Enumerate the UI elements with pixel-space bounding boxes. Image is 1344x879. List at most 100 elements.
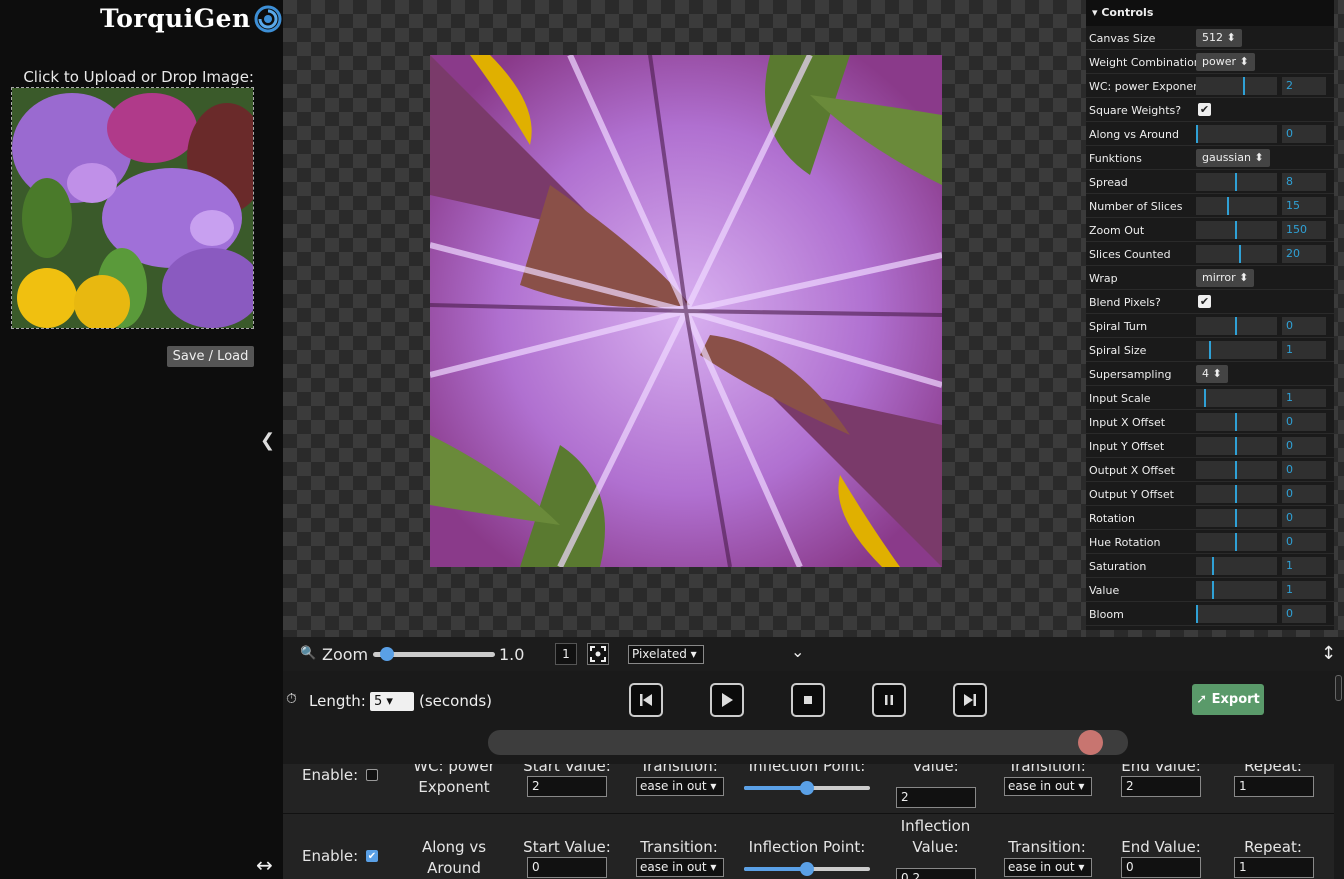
end-value-input[interactable]: 2: [1121, 776, 1201, 797]
control-slider-mark: [1235, 461, 1237, 479]
control-select[interactable]: 512 ⬍: [1196, 29, 1242, 47]
control-select[interactable]: gaussian ⬍: [1196, 149, 1270, 167]
control-number-input[interactable]: 1: [1282, 341, 1326, 359]
page-number-input[interactable]: 1: [555, 643, 577, 665]
control-number-input[interactable]: 0: [1282, 437, 1326, 455]
control-number-input[interactable]: 0: [1282, 485, 1326, 503]
control-select[interactable]: power ⬍: [1196, 53, 1255, 71]
inflection-value-input[interactable]: 2: [896, 787, 976, 808]
repeat-input[interactable]: 1: [1234, 776, 1314, 797]
control-number-input[interactable]: 0: [1282, 413, 1326, 431]
control-slider[interactable]: [1196, 221, 1277, 239]
control-number-input[interactable]: 1: [1282, 557, 1326, 575]
end-value-input[interactable]: 0: [1121, 857, 1201, 878]
control-slider[interactable]: [1196, 509, 1277, 527]
skip-forward-icon: [964, 694, 976, 706]
filter-select[interactable]: Pixelated ▾: [628, 645, 704, 664]
chevron-left-icon[interactable]: ❮: [260, 430, 275, 451]
control-number-input[interactable]: 20: [1282, 245, 1326, 263]
export-button[interactable]: ➚ Export: [1192, 684, 1264, 715]
control-slider[interactable]: [1196, 437, 1277, 455]
control-checkbox[interactable]: ✔: [1198, 295, 1211, 308]
pause-button[interactable]: [872, 683, 906, 717]
transition-select[interactable]: ease in out ▾: [636, 777, 724, 796]
control-slider-mark: [1235, 221, 1237, 239]
start-value-input[interactable]: 0: [527, 857, 607, 878]
skip-forward-button[interactable]: [953, 683, 987, 717]
control-slider[interactable]: [1196, 557, 1277, 575]
inflection-point-thumb[interactable]: [800, 862, 814, 876]
swap-horizontal-icon[interactable]: ↔: [256, 853, 273, 877]
transition2-label: Transition:: [1008, 764, 1086, 775]
control-number-input[interactable]: 0: [1282, 125, 1326, 143]
control-number-input[interactable]: 0: [1282, 317, 1326, 335]
timeline-track[interactable]: [488, 730, 1128, 755]
control-checkbox[interactable]: ✔: [1198, 103, 1211, 116]
control-label: Output X Offset: [1089, 464, 1175, 477]
control-slider[interactable]: [1196, 125, 1277, 143]
control-slider[interactable]: [1196, 581, 1277, 599]
control-select[interactable]: mirror ⬍: [1196, 269, 1255, 287]
fit-to-screen-icon[interactable]: [587, 643, 609, 665]
start-value-input[interactable]: 2: [527, 776, 607, 797]
control-slider[interactable]: [1196, 317, 1277, 335]
save-load-button[interactable]: Save / Load: [167, 346, 254, 367]
control-slider[interactable]: [1196, 389, 1277, 407]
control-label: Saturation: [1089, 560, 1147, 573]
control-slider[interactable]: [1196, 485, 1277, 503]
transition-select[interactable]: ease in out ▾: [636, 858, 724, 877]
transition2-select[interactable]: ease in out ▾: [1004, 858, 1092, 877]
control-row: Wrap mirror ⬍: [1086, 266, 1334, 290]
resize-vertical-icon[interactable]: ↕: [1321, 643, 1336, 664]
select-arrows-icon: ⬍: [1235, 271, 1249, 284]
control-slider[interactable]: [1196, 533, 1277, 551]
source-image-dropzone[interactable]: [11, 87, 254, 329]
control-slider[interactable]: [1196, 341, 1277, 359]
inflection-point-thumb[interactable]: [800, 781, 814, 795]
pause-icon: [885, 695, 893, 705]
zoom-bar: 🔍 Zoom 1.0 1 Pixelated ▾ ⌄ ↕: [283, 637, 1344, 671]
scrollbar-track[interactable]: [1334, 764, 1344, 879]
zoom-slider-thumb[interactable]: [380, 647, 394, 661]
control-slider[interactable]: [1196, 77, 1277, 95]
inflection-value-input[interactable]: 0.2: [896, 868, 976, 879]
output-canvas[interactable]: [430, 55, 942, 567]
keyframe-list: Enable: WC: power Exponent Start Value: 2 Tra…: [283, 764, 1334, 879]
control-slider-mark: [1239, 245, 1241, 263]
control-number-input[interactable]: 1: [1282, 389, 1326, 407]
control-number-input[interactable]: 8: [1282, 173, 1326, 191]
controls-title[interactable]: ▾ Controls: [1086, 0, 1334, 26]
control-number-input[interactable]: 150: [1282, 221, 1326, 239]
skip-back-button[interactable]: [629, 683, 663, 717]
stop-button[interactable]: [791, 683, 825, 717]
length-select[interactable]: 5 ▾: [370, 692, 414, 711]
zoom-value: 1.0: [499, 645, 525, 664]
timeline-thumb[interactable]: [1078, 730, 1103, 755]
control-number-input[interactable]: 15: [1282, 197, 1326, 215]
control-number-input[interactable]: 0: [1282, 605, 1326, 623]
select-arrows-icon: ⬍: [1236, 55, 1249, 68]
control-number-input[interactable]: 0: [1282, 509, 1326, 527]
control-number-input[interactable]: 2: [1282, 77, 1326, 95]
transition2-select[interactable]: ease in out ▾: [1004, 777, 1092, 796]
control-slider[interactable]: [1196, 413, 1277, 431]
repeat-input[interactable]: 1: [1234, 857, 1314, 878]
control-select[interactable]: 4 ⬍: [1196, 365, 1228, 383]
play-button[interactable]: [710, 683, 744, 717]
control-label: Value: [1089, 584, 1120, 597]
control-slider[interactable]: [1196, 461, 1277, 479]
control-number-input[interactable]: 1: [1282, 581, 1326, 599]
control-slider-mark: [1235, 413, 1237, 431]
control-slider[interactable]: [1196, 605, 1277, 623]
control-number-input[interactable]: 0: [1282, 533, 1326, 551]
chevron-down-icon[interactable]: ⌄: [791, 642, 804, 661]
enable-checkbox[interactable]: ✔: [366, 850, 378, 862]
control-label: Along vs Around: [1089, 128, 1179, 141]
control-slider[interactable]: [1196, 245, 1277, 263]
control-slider[interactable]: [1196, 197, 1277, 215]
enable-checkbox[interactable]: [366, 769, 378, 781]
control-number-input[interactable]: 0: [1282, 461, 1326, 479]
control-select-value: mirror: [1202, 271, 1236, 284]
scrollbar[interactable]: [1335, 675, 1342, 701]
control-slider[interactable]: [1196, 173, 1277, 191]
